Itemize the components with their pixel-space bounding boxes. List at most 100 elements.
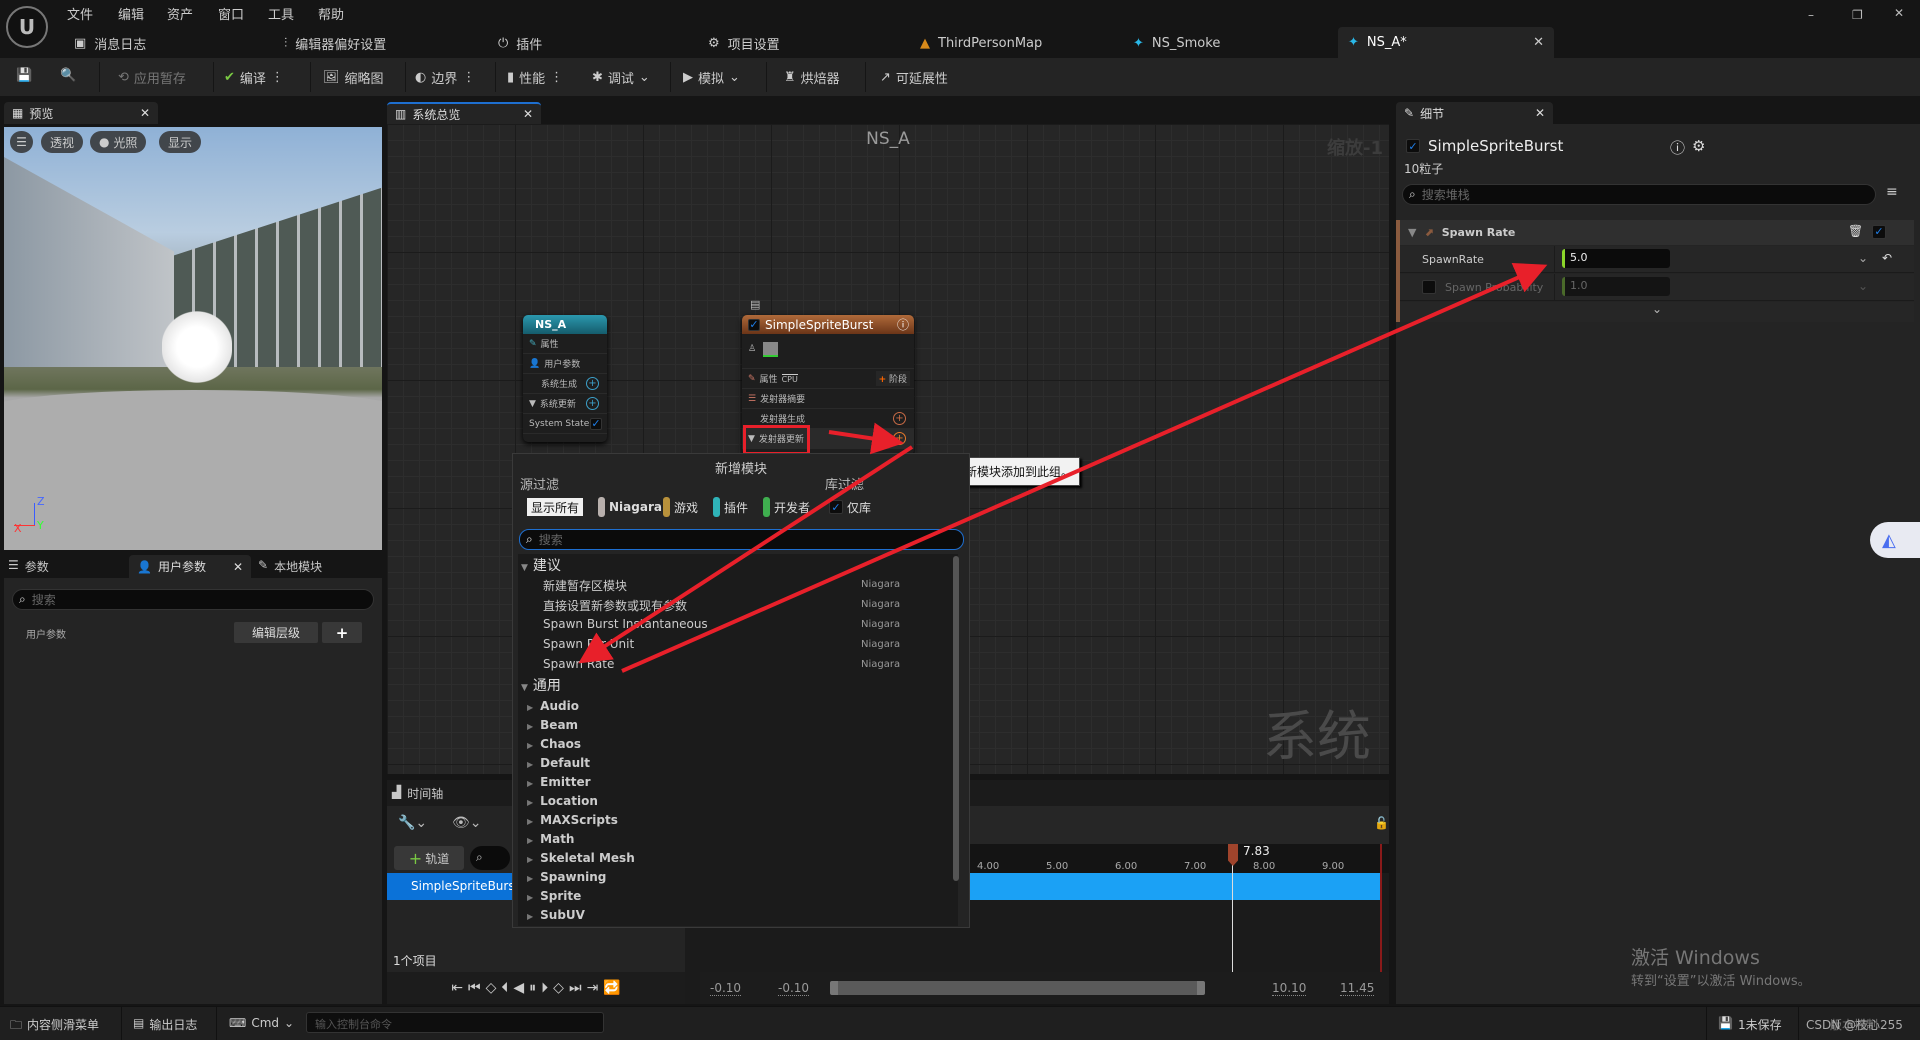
category-item[interactable]: MAXScripts <box>527 813 618 827</box>
expand-advanced-button[interactable]: ⌄ <box>1400 302 1914 322</box>
category-item[interactable]: Audio <box>527 699 579 713</box>
menu-asset[interactable]: 资产 <box>167 4 193 23</box>
emitter-properties[interactable]: ✎ 属性 CPU + 阶段 <box>742 369 914 389</box>
content-drawer-button[interactable]: 🗀 内容侧滑菜单 <box>10 1016 99 1037</box>
source-control-button[interactable]: 版本控制 CSDN @枝心255 <box>1806 1016 1903 1033</box>
emitter-enabled-checkbox[interactable]: ✓ <box>1406 139 1420 153</box>
save-button[interactable]: 💾 <box>16 68 32 83</box>
close-tab-icon[interactable]: ✕ <box>523 107 533 121</box>
gear-icon[interactable]: ⚙ <box>1692 137 1705 155</box>
add-module-icon[interactable]: + <box>586 377 599 390</box>
step-back-icon[interactable]: ⏴ <box>501 980 508 996</box>
debug-button[interactable]: ✱ 调试 ⌄ <box>592 68 650 87</box>
category-item[interactable]: Chaos <box>527 737 581 751</box>
restore-button[interactable]: ❐ <box>1852 8 1863 22</box>
menu-tools[interactable]: 工具 <box>268 4 294 23</box>
viewport-menu-button[interactable]: ☰ <box>10 131 33 153</box>
filter-developer[interactable]: 开发者 <box>763 497 810 517</box>
track-row[interactable]: SimpleSpriteBurst <box>387 873 519 900</box>
category-item[interactable]: Sprite <box>527 889 581 903</box>
info-icon[interactable]: ⓘ <box>897 316 909 333</box>
prev-key-icon[interactable]: ⏮ <box>468 980 481 996</box>
system-spawn[interactable]: 系统生成 + <box>523 374 607 394</box>
close-tab-icon[interactable]: ✕ <box>233 560 243 574</box>
lock-icon[interactable]: 🔓 <box>1374 816 1389 830</box>
filter-show-all[interactable]: 显示所有 <box>527 498 584 516</box>
filter-game[interactable]: 游戏 <box>663 497 698 517</box>
next-key-icon[interactable]: ⏭ <box>569 980 582 996</box>
end-marker[interactable] <box>1380 844 1382 972</box>
filter-niagara[interactable]: Niagara <box>598 497 662 517</box>
add-module-icon[interactable]: + <box>586 397 599 410</box>
list-scrollbar[interactable] <box>953 556 959 881</box>
tab-details[interactable]: ✎ 细节 ✕ <box>1396 102 1553 124</box>
tab-preview[interactable]: ▦ 预览 ✕ <box>4 102 158 124</box>
add-track-button[interactable]: + 轨道 <box>394 846 464 870</box>
menu-window[interactable]: 窗口 <box>218 4 244 23</box>
params-search-input[interactable]: ⌕ 搜索 <box>12 589 374 610</box>
list-item[interactable]: 新建暂存区模块 <box>543 577 627 594</box>
property-enable-checkbox[interactable] <box>1422 280 1436 297</box>
library-only-checkbox[interactable]: ✓ 仅库 <box>829 498 871 516</box>
tab-system-overview[interactable]: ▥ 系统总览 ✕ <box>387 102 541 124</box>
system-update[interactable]: ▼ 系统更新 + <box>523 394 607 414</box>
list-item[interactable]: Spawn Per Unit <box>543 637 634 651</box>
minimize-button[interactable]: – <box>1808 8 1814 22</box>
show-button[interactable]: 显示 <box>159 131 202 153</box>
step-forward-icon[interactable]: ⏵ <box>541 980 548 996</box>
wrench-icon[interactable]: 🔧⌄ <box>398 815 427 831</box>
jump-end-icon[interactable]: ⇥ <box>587 980 599 996</box>
add-stage-button[interactable]: + 阶段 <box>875 371 910 386</box>
browse-button[interactable]: 🔍 <box>60 68 76 83</box>
track-search-input[interactable]: ⌕ <box>470 846 510 870</box>
more-icon[interactable]: ⋮ <box>271 70 284 85</box>
work-start[interactable]: -0.10 <box>778 981 810 996</box>
filter-icon[interactable]: ≡ <box>1886 184 1898 200</box>
tab-timeline[interactable]: ▟ 时间轴 <box>392 785 443 802</box>
filter-plugin[interactable]: 插件 <box>713 497 748 517</box>
timeline-scrollbar[interactable] <box>830 981 1205 995</box>
module-search-input[interactable]: ⌕ 搜索 <box>519 529 964 550</box>
unsaved-button[interactable]: 💾 1未保存 <box>1718 1016 1782 1033</box>
spawnrate-input[interactable]: 5.0 <box>1562 249 1670 268</box>
info-icon[interactable]: ⓘ <box>1670 137 1685 158</box>
eye-icon[interactable]: 👁⌄ <box>452 815 482 831</box>
preview-viewport[interactable]: Z X Y <box>4 127 382 550</box>
assistant-floating-button[interactable]: ◭ <box>1870 522 1920 558</box>
jump-start-icon[interactable]: ⇤ <box>451 980 463 996</box>
console-input[interactable]: 输入控制台命令 <box>306 1012 604 1033</box>
system-user-params[interactable]: 👤 用户参数 <box>523 354 607 374</box>
category-item[interactable]: Beam <box>527 718 578 732</box>
tab-ns-a[interactable]: ✦ NS_A* ✕ <box>1338 27 1554 58</box>
tab-project-settings[interactable]: ⚙ 项目设置 <box>708 30 780 56</box>
work-end[interactable]: 10.10 <box>1272 981 1307 996</box>
baker-button[interactable]: ♜ 烘焙器 <box>784 68 840 87</box>
unreal-logo[interactable]: U <box>6 6 48 48</box>
module-enabled-checkbox[interactable]: ✓ <box>1872 224 1886 239</box>
tab-user-parameters[interactable]: 👤 用户参数 ✕ <box>129 555 251 578</box>
tab-ns-smoke[interactable]: ✦ NS_Smoke <box>1133 30 1220 56</box>
next-keyframe-icon[interactable]: ◇ <box>553 980 564 996</box>
compile-button[interactable]: ✔ 编译 ⋮ <box>224 68 284 87</box>
scalability-button[interactable]: ↗ 可延展性 <box>880 68 948 87</box>
loop-icon[interactable]: 🔁 <box>603 980 620 996</box>
view-start[interactable]: -0.10 <box>710 981 742 996</box>
category-item[interactable]: Spawning <box>527 870 606 884</box>
spawn-rate-module-header[interactable]: ▼ ⬈ Spawn Rate <box>1400 220 1914 245</box>
track-bar[interactable] <box>970 873 1381 900</box>
tab-parameters[interactable]: ☰ 参数 <box>8 558 49 575</box>
menu-file[interactable]: 文件 <box>67 4 93 23</box>
spawn-probability-input[interactable]: 1.0 <box>1562 277 1670 296</box>
list-item-spawn-rate[interactable]: Spawn Rate <box>543 657 614 671</box>
trash-icon[interactable]: 🗑 <box>1848 224 1863 238</box>
menu-help[interactable]: 帮助 <box>318 4 344 23</box>
system-properties[interactable]: ✎ 属性 <box>523 334 607 354</box>
section-suggested[interactable]: 建议 <box>521 555 561 575</box>
simulate-button[interactable]: ▶ 模拟 ⌄ <box>683 68 740 87</box>
section-general[interactable]: 通用 <box>521 675 561 695</box>
list-item[interactable]: 直接设置新参数或现有参数 <box>543 597 687 614</box>
output-log-button[interactable]: ▤ 输出日志 <box>133 1016 197 1033</box>
prev-keyframe-icon[interactable]: ◇ <box>486 980 497 996</box>
play-reverse-icon[interactable]: ◀ <box>513 980 524 996</box>
tab-thirdpersonmap[interactable]: ▲ ThirdPersonMap <box>920 30 1042 56</box>
